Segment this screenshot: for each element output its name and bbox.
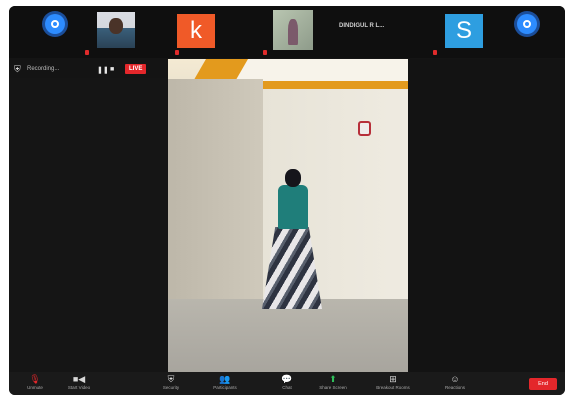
video-floor (168, 299, 408, 372)
participant-tile-6[interactable]: S (429, 8, 503, 56)
recording-bar: ⛨ Recording... ❚❚ ■ LIVE (9, 63, 174, 77)
start-video-button[interactable]: ■◀ Start Video (57, 374, 101, 395)
participants-button[interactable]: 👥 Participants (203, 374, 247, 395)
breakout-rooms-button[interactable]: ⊞ Breakout Rooms (371, 374, 415, 395)
participant-video-thumbnail (97, 12, 135, 48)
reactions-button[interactable]: ☺ Reactions (433, 374, 477, 395)
participant-name (85, 50, 155, 56)
chat-icon: 💬 (281, 374, 293, 384)
dancer-head (285, 169, 301, 187)
participant-video-thumbnail (273, 10, 313, 50)
participant-name (263, 50, 333, 56)
unmute-button[interactable]: 🎙 Unmute (13, 374, 57, 395)
shield-icon: ⛨ (14, 64, 21, 74)
breakout-rooms-icon: ⊞ (389, 374, 397, 384)
recording-status: Recording... (27, 66, 60, 72)
mic-off-icon: 🎙 (29, 374, 41, 384)
participants-icon: 👥 (219, 374, 231, 384)
participant-name (175, 50, 245, 56)
end-meeting-button[interactable]: End (529, 378, 557, 390)
chat-button[interactable]: 💬 Chat (265, 374, 309, 395)
shield-icon: ⛨ (167, 374, 175, 384)
live-badge: LIVE (125, 64, 147, 74)
participant-strip: k DINDIGUL R L... S (9, 6, 565, 58)
participant-avatar-letter: k (177, 14, 215, 48)
left-video-panel (9, 78, 168, 372)
main-speaker-video[interactable] (168, 59, 408, 372)
participant-name (433, 50, 503, 56)
reactions-icon: ☺ (450, 374, 460, 384)
participant-tile-2[interactable] (81, 8, 155, 56)
video-icon: ■◀ (72, 374, 86, 384)
video-wall-left (168, 79, 263, 309)
video-ceiling-light (235, 59, 408, 81)
mic-off-icon (175, 50, 179, 56)
pause-icon[interactable]: ❚❚ (97, 66, 109, 74)
security-button[interactable]: ⛨ Security (149, 374, 193, 395)
meeting-window: k DINDIGUL R L... S ⛨ Recording... ❚❚ ■ … (9, 6, 565, 395)
right-video-panel (408, 59, 565, 372)
share-screen-button[interactable]: ⬆ Share Screen (311, 374, 355, 395)
participant-tile-1[interactable] (9, 8, 83, 56)
wall-clock (358, 121, 371, 136)
mic-off-icon (433, 50, 437, 56)
participant-tile-7[interactable] (499, 8, 559, 56)
participant-tile-4[interactable] (259, 8, 333, 56)
participant-avatar-letter: S (445, 14, 483, 48)
share-screen-icon: ⬆ (329, 374, 337, 384)
participant-tile-3[interactable]: k (171, 8, 245, 56)
mic-off-icon (85, 50, 89, 56)
dancer-top (278, 185, 308, 229)
stop-icon[interactable]: ■ (110, 66, 114, 73)
mic-off-icon (263, 50, 267, 56)
meeting-toolbar: 🎙 Unmute ■◀ Start Video ⛨ Security 👥 Par… (9, 372, 565, 395)
participant-tile-5[interactable] (339, 8, 413, 56)
